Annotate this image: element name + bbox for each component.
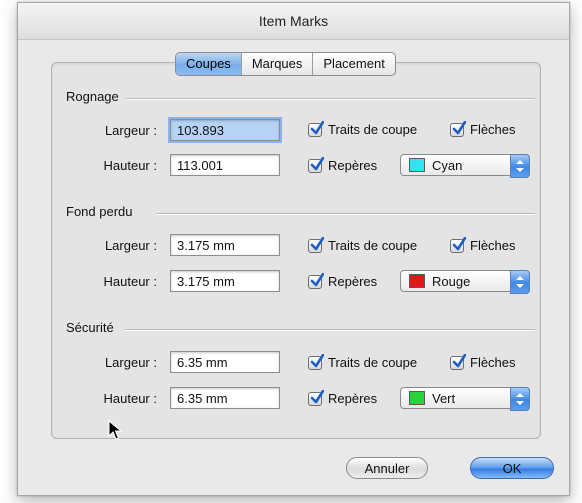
item-marks-dialog: Item Marks Coupes Marques Placement Rogn… [17,2,570,496]
rognage-reperes-checkbox[interactable]: Repères [308,156,378,173]
securite-color-select[interactable]: Vert [400,387,530,411]
color-swatch [409,274,425,288]
largeur-label: Largeur : [104,238,157,253]
checkbox-box [308,236,324,253]
section-divider [124,329,535,331]
securite-hauteur-input[interactable] [170,387,280,409]
tab-bar: Coupes Marques Placement [175,52,396,76]
securite-fleches-checkbox[interactable]: Flèches [450,353,516,370]
checkbox-box [308,389,324,406]
largeur-label: Largeur : [104,355,157,370]
rognage-hauteur-input[interactable] [170,154,280,176]
hauteur-label: Hauteur : [103,391,157,406]
hauteur-label: Hauteur : [103,158,157,173]
checkbox-box [308,120,324,137]
updown-arrow-icon [510,270,530,294]
checkbox-box [308,272,324,289]
title-bar: Item Marks [18,3,569,40]
checkbox-box [450,353,466,370]
tab-coupes[interactable]: Coupes [176,53,241,75]
hauteur-label: Hauteur : [103,274,157,289]
checkbox-label: Flèches [470,355,516,370]
color-select-value: Vert [432,390,456,406]
updown-arrow-icon [510,387,530,411]
color-select-value: Rouge [432,273,471,289]
ok-button[interactable]: OK [470,457,554,479]
fond-perdu-fleches-checkbox[interactable]: Flèches [450,236,516,253]
securite-traits-checkbox[interactable]: Traits de coupe [308,353,418,370]
rognage-largeur-input[interactable] [168,117,282,143]
section-title-securite: Sécurité [66,320,114,335]
fond-perdu-traits-checkbox[interactable]: Traits de coupe [308,236,418,253]
updown-arrow-icon [510,154,530,178]
mouse-pointer-icon [108,419,123,443]
checkbox-box [450,236,466,253]
tab-marques[interactable]: Marques [240,53,313,75]
fond-perdu-color-select[interactable]: Rouge [400,270,530,294]
checkbox-label: Traits de coupe [328,122,418,137]
section-title-fond-perdu: Fond perdu [66,204,133,219]
checkbox-box [450,120,466,137]
color-swatch [409,391,425,405]
rognage-fleches-checkbox[interactable]: Flèches [450,120,516,137]
checkbox-label: Traits de coupe [328,355,418,370]
checkbox-box [308,156,324,173]
securite-largeur-input[interactable] [170,351,280,373]
checkbox-label: Repères [328,391,378,406]
dialog-title: Item Marks [258,13,329,29]
color-select-value: Cyan [432,157,463,173]
fond-perdu-reperes-checkbox[interactable]: Repères [308,272,378,289]
section-divider [126,98,535,100]
fond-perdu-largeur-input[interactable] [170,234,280,256]
securite-reperes-checkbox[interactable]: Repères [308,389,378,406]
color-swatch [409,158,425,172]
fond-perdu-hauteur-input[interactable] [170,270,280,292]
largeur-label: Largeur : [104,123,157,138]
checkbox-label: Repères [328,274,378,289]
checkbox-label: Flèches [470,238,516,253]
checkbox-label: Traits de coupe [328,238,418,253]
checkbox-box [308,353,324,370]
rognage-traits-checkbox[interactable]: Traits de coupe [308,120,418,137]
rognage-color-select[interactable]: Cyan [400,154,530,178]
section-title-rognage: Rognage [66,89,119,104]
checkbox-label: Flèches [470,122,516,137]
section-divider [156,213,535,215]
cancel-button[interactable]: Annuler [346,457,428,479]
tab-placement[interactable]: Placement [312,53,394,75]
checkbox-label: Repères [328,158,378,173]
